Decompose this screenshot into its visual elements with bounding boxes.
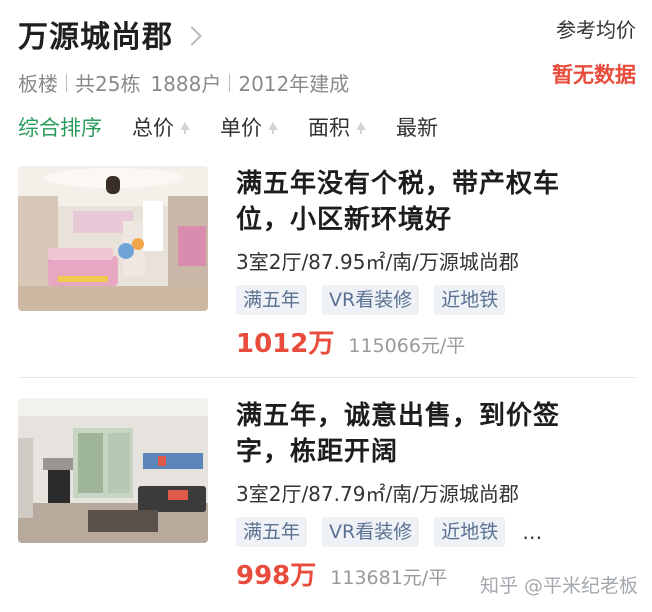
building-count: 共25栋 <box>75 72 141 96</box>
divider <box>229 73 231 92</box>
community-title-row[interactable]: 万源城尚郡 <box>18 12 636 56</box>
listing-title-line: 字，栋距开阔 <box>236 437 399 467</box>
listing-tags: 满五年 VR看装修 近地铁 <box>236 285 636 315</box>
listing-title[interactable]: 满五年，诚意出售，到价签 字，栋距开阔 <box>236 398 636 470</box>
reference-price-value: 暂无数据 <box>552 63 636 87</box>
tag: 近地铁 <box>434 285 506 315</box>
chevron-right-icon[interactable] <box>182 26 202 46</box>
unit-price: 113681元/平 <box>330 567 448 589</box>
sort-label: 面积 <box>308 116 350 140</box>
tag: 近地铁 <box>434 517 506 547</box>
tag: 满五年 <box>236 285 308 315</box>
community-subinfo: 板楼 共25栋 1888户 2012年建成 <box>18 68 636 97</box>
community-name[interactable]: 万源城尚郡 <box>18 12 173 56</box>
sort-label: 总价 <box>132 116 174 140</box>
listing-title-line: 位，小区新环境好 <box>236 205 453 235</box>
listing-card[interactable]: 满五年没有个税，带产权车 位，小区新环境好 3室2厅/87.95㎡/南/万源城尚… <box>18 166 636 366</box>
listing-photo[interactable] <box>18 166 208 311</box>
listing-divider <box>18 377 636 378</box>
total-price: 1012万 <box>236 329 335 359</box>
tag: VR看装修 <box>322 285 420 315</box>
listing-info: 满五年，诚意出售，到价签 字，栋距开阔 3室2厅/87.79㎡/南/万源城尚郡 … <box>236 398 636 598</box>
sort-comprehensive[interactable]: 综合排序 <box>18 112 102 142</box>
up-arrow-icon <box>180 122 190 134</box>
sort-unit-price[interactable]: 单价 <box>220 112 278 142</box>
listing-title-line: 满五年没有个税，带产权车 <box>236 169 561 199</box>
sort-newest[interactable]: 最新 <box>396 112 438 142</box>
divider <box>66 73 67 92</box>
watermark: 知乎 @平米纪老板 <box>479 575 638 597</box>
listing-prices: 1012万 115066元/平 <box>236 323 636 360</box>
tag: 满五年 <box>236 517 308 547</box>
living-room-photo <box>18 166 208 311</box>
listing-info: 满五年没有个税，带产权车 位，小区新环境好 3室2厅/87.95㎡/南/万源城尚… <box>236 166 636 366</box>
sort-area[interactable]: 面积 <box>308 112 366 142</box>
tag: VR看装修 <box>322 517 420 547</box>
sort-total-price[interactable]: 总价 <box>132 112 190 142</box>
listing-title-line: 满五年，诚意出售，到价签 <box>236 401 561 431</box>
listing-tags: 满五年 VR看装修 近地铁 … <box>236 517 636 547</box>
reference-price-label: 参考均价 <box>556 18 636 42</box>
living-room-photo <box>18 398 208 543</box>
sort-label: 最新 <box>396 116 438 140</box>
up-arrow-icon <box>356 122 366 134</box>
household-count: 1888户 <box>150 72 222 96</box>
total-price: 998万 <box>236 561 317 591</box>
up-arrow-icon <box>268 122 278 134</box>
sort-label: 综合排序 <box>18 116 102 140</box>
sort-bar: 综合排序 总价 单价 面积 最新 <box>18 110 636 144</box>
community-header: 万源城尚郡 板楼 共25栋 1888户 2012年建成 参考均价 暂无数据 <box>18 12 636 96</box>
listing-card[interactable]: 满五年，诚意出售，到价签 字，栋距开阔 3室2厅/87.79㎡/南/万源城尚郡 … <box>18 398 636 598</box>
building-type: 板楼 <box>18 72 58 96</box>
listing-photo[interactable] <box>18 398 208 543</box>
build-year: 2012年建成 <box>238 72 350 96</box>
sort-label: 单价 <box>220 116 262 140</box>
reference-price: 参考均价 暂无数据 <box>552 14 636 89</box>
more-tags-ellipsis: … <box>522 520 545 544</box>
listing-title[interactable]: 满五年没有个税，带产权车 位，小区新环境好 <box>236 166 636 238</box>
listing-specs: 3室2厅/87.95㎡/南/万源城尚郡 <box>236 250 519 274</box>
listing-specs: 3室2厅/87.79㎡/南/万源城尚郡 <box>236 482 519 506</box>
unit-price: 115066元/平 <box>348 335 466 357</box>
